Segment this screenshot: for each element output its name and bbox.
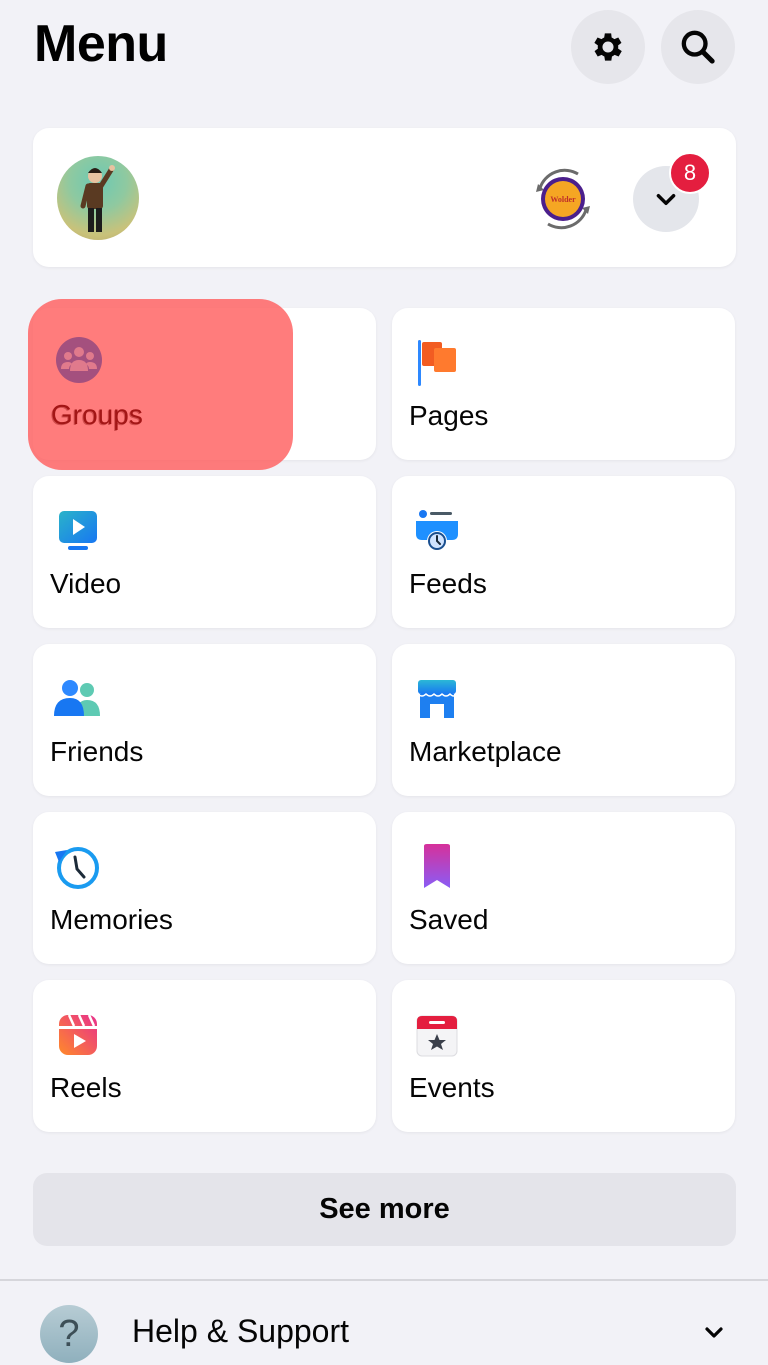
flag-icon: [410, 336, 464, 390]
tile-video[interactable]: Video: [33, 476, 376, 628]
gear-icon: [594, 33, 622, 61]
tile-marketplace[interactable]: Marketplace: [392, 644, 735, 796]
friends-icon: [51, 672, 105, 726]
tile-label: Friends: [50, 736, 144, 767]
tile-label: Marketplace: [409, 736, 562, 767]
search-icon: [681, 30, 715, 64]
reels-icon: [51, 1008, 105, 1062]
page-avatar[interactable]: Wolder: [530, 166, 596, 232]
tile-label-groups: Groups: [51, 399, 143, 430]
chevron-down-icon[interactable]: [700, 1321, 728, 1350]
feeds-icon: [410, 504, 464, 558]
groups-icon: [54, 335, 104, 385]
memories-icon: [51, 840, 105, 894]
chevron-down-icon: [656, 194, 676, 206]
profile-card[interactable]: Wolder 8: [33, 128, 736, 267]
tile-label: Feeds: [409, 568, 487, 599]
see-more-button[interactable]: See more: [33, 1173, 736, 1246]
question-mark-glyph: ?: [58, 1312, 80, 1355]
settings-button[interactable]: [571, 10, 645, 84]
bookmark-icon: [410, 840, 464, 894]
switch-page-icon: Wolder: [536, 168, 590, 230]
tile-label: Memories: [50, 904, 173, 935]
tile-label: Pages: [409, 400, 489, 431]
page-title: Menu: [34, 15, 168, 73]
tile-label: Video: [50, 568, 122, 599]
tile-friends[interactable]: Friends: [33, 644, 376, 796]
help-icon: ?: [40, 1305, 98, 1363]
groups-highlight[interactable]: Groups: [28, 299, 293, 470]
tile-label: Events: [409, 1072, 495, 1103]
help-support-row[interactable]: ? Help & Support: [0, 1281, 768, 1365]
user-avatar[interactable]: [57, 156, 139, 240]
calendar-icon: [410, 1008, 464, 1062]
notification-badge: 8: [669, 152, 711, 194]
tile-feeds[interactable]: Feeds: [392, 476, 735, 628]
tile-reels[interactable]: Reels: [33, 980, 376, 1132]
search-button[interactable]: [661, 10, 735, 84]
tile-label: Reels: [50, 1072, 122, 1103]
header: Menu: [0, 0, 768, 100]
tile-saved[interactable]: Saved: [392, 812, 735, 964]
avatar-figure-icon: [80, 165, 115, 232]
tile-events[interactable]: Events: [392, 980, 735, 1132]
video-icon: [51, 504, 105, 558]
marketplace-icon: [410, 672, 464, 726]
tile-memories[interactable]: Memories: [33, 812, 376, 964]
page-avatar-text: Wolder: [550, 195, 576, 204]
help-support-label: Help & Support: [132, 1313, 350, 1349]
tile-pages[interactable]: Pages: [392, 308, 735, 460]
tile-label: Saved: [409, 904, 489, 935]
